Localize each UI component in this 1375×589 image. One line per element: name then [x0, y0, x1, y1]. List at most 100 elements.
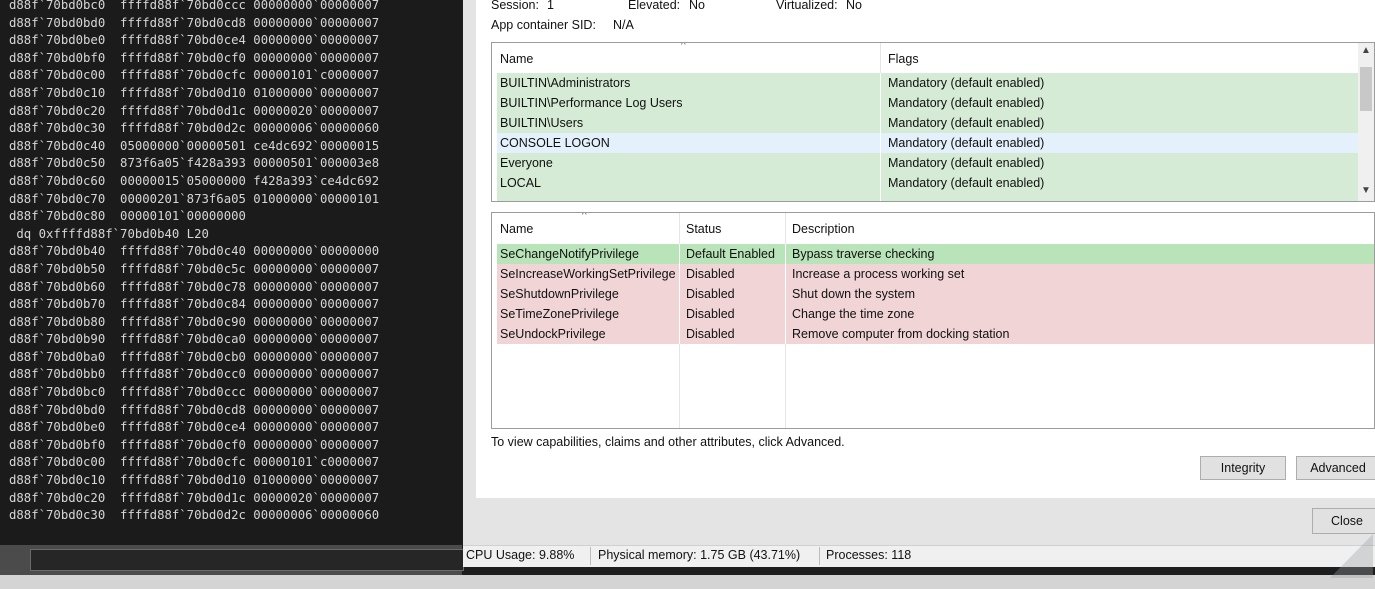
- console-line: d88f`70bd0be0 ffffd88f`70bd0ce4 00000000…: [9, 33, 380, 48]
- token-properties-dialog: Session: 1 Elevated: No Virtualized: No …: [463, 0, 1375, 545]
- column-divider: [679, 244, 680, 344]
- privileges-header-description[interactable]: Description: [792, 222, 855, 236]
- privilege-name: SeIncreaseWorkingSetPrivilege: [500, 267, 676, 281]
- status-divider: [590, 547, 591, 565]
- console-line: d88f`70bd0c60 00000015`05000000 f428a393…: [9, 173, 380, 188]
- console-line: d88f`70bd0c10 ffffd88f`70bd0d10 01000000…: [9, 85, 380, 100]
- group-row[interactable]: BUILTIN\Users Mandatory (default enabled…: [497, 113, 1359, 133]
- groups-header-flags[interactable]: Flags: [888, 52, 919, 66]
- advanced-hint: To view capabilities, claims and other a…: [491, 435, 845, 449]
- group-name: BUILTIN\Users: [500, 116, 584, 130]
- group-flags: Mandatory (default enabled): [888, 156, 1045, 170]
- group-row[interactable]: BUILTIN\Performance Log Users Mandatory …: [497, 93, 1359, 113]
- integrity-button[interactable]: Integrity: [1200, 456, 1286, 480]
- status-bar: CPU Usage: 9.88% Physical memory: 1.75 G…: [463, 545, 1375, 567]
- console-line: d88f`70bd0b50 ffffd88f`70bd0c5c 00000000…: [9, 261, 380, 276]
- privileges-list[interactable]: ^ Name Status Description SeChangeNotify…: [491, 212, 1375, 429]
- group-name: CONSOLE LOGON: [500, 136, 610, 150]
- advanced-button[interactable]: Advanced: [1296, 456, 1375, 480]
- console-line: d88f`70bd0bb0 ffffd88f`70bd0cc0 00000000…: [9, 367, 380, 382]
- group-row[interactable]: BUILTIN\Administrators Mandatory (defaul…: [497, 73, 1359, 93]
- console-line: d88f`70bd0c70 00000201`873f6a05 01000000…: [9, 191, 380, 206]
- command-bar: [0, 545, 464, 575]
- group-flags: Mandatory (default enabled): [888, 96, 1045, 110]
- elevated-value: No: [689, 0, 705, 12]
- console-line: d88f`70bd0b70 ffffd88f`70bd0c84 00000000…: [9, 297, 380, 312]
- privilege-status: Disabled: [686, 307, 735, 321]
- appcontainer-value: N/A: [613, 18, 634, 32]
- scrollbar-thumb[interactable]: [1360, 67, 1372, 111]
- privileges-header-name[interactable]: Name: [500, 222, 533, 236]
- console-line: d88f`70bd0c30 ffffd88f`70bd0d2c 00000006…: [9, 508, 380, 523]
- group-flags: Mandatory (default enabled): [888, 176, 1045, 190]
- group-row[interactable]: LOCAL Mandatory (default enabled): [497, 173, 1359, 193]
- privilege-description: Bypass traverse checking: [792, 247, 935, 261]
- security-tab-panel: Session: 1 Elevated: No Virtualized: No …: [476, 0, 1375, 498]
- scroll-down-icon[interactable]: ▼: [1361, 185, 1371, 196]
- cpu-usage: CPU Usage: 9.88%: [466, 548, 575, 562]
- console-line: d88f`70bd0bd0 ffffd88f`70bd0cd8 00000000…: [9, 15, 380, 30]
- privilege-description: Shut down the system: [792, 287, 915, 301]
- privilege-row[interactable]: SeShutdownPrivilege Disabled Shut down t…: [497, 284, 1374, 304]
- scroll-up-icon[interactable]: ▲: [1361, 45, 1371, 56]
- console-line: d88f`70bd0bc0 ffffd88f`70bd0ccc 00000000…: [9, 0, 380, 12]
- console-line: d88f`70bd0b90 ffffd88f`70bd0ca0 00000000…: [9, 332, 380, 347]
- console-line: d88f`70bd0c80 00000101`00000000: [9, 209, 246, 224]
- group-flags: Mandatory (default enabled): [888, 116, 1045, 130]
- column-divider[interactable]: [880, 43, 881, 73]
- elevated-label: Elevated:: [628, 0, 681, 12]
- privilege-status: Disabled: [686, 287, 735, 301]
- groups-header-name[interactable]: Name: [500, 52, 533, 66]
- command-input[interactable]: [30, 549, 464, 571]
- privilege-row[interactable]: SeIncreaseWorkingSetPrivilege Disabled I…: [497, 264, 1374, 284]
- console-line: d88f`70bd0c10 ffffd88f`70bd0d10 01000000…: [9, 473, 380, 488]
- virtualized-label: Virtualized:: [776, 0, 838, 12]
- group-name: BUILTIN\Performance Log Users: [500, 96, 683, 110]
- column-divider: [785, 244, 786, 344]
- group-row-partial: [497, 193, 1359, 201]
- console-line: d88f`70bd0bc0 ffffd88f`70bd0ccc 00000000…: [9, 385, 380, 400]
- debugger-output: d88f`70bd0bc0 ffffd88f`70bd0ccc 00000000…: [0, 0, 462, 545]
- privilege-name: SeTimeZonePrivilege: [500, 307, 620, 321]
- privileges-header-status[interactable]: Status: [686, 222, 721, 236]
- privilege-description: Change the time zone: [792, 307, 915, 321]
- console-line: d88f`70bd0c00 ffffd88f`70bd0cfc 00000101…: [9, 455, 380, 470]
- group-row[interactable]: Everyone Mandatory (default enabled): [497, 153, 1359, 173]
- privilege-row[interactable]: SeChangeNotifyPrivilege Default Enabled …: [497, 244, 1374, 264]
- console-line: d88f`70bd0c20 ffffd88f`70bd0d1c 00000020…: [9, 490, 380, 505]
- console-line: d88f`70bd0c30 ffffd88f`70bd0d2c 00000006…: [9, 121, 380, 136]
- console-line: d88f`70bd0b40 ffffd88f`70bd0c40 00000000…: [9, 244, 380, 259]
- privilege-name: SeChangeNotifyPrivilege: [500, 247, 639, 261]
- privilege-row[interactable]: SeTimeZonePrivilege Disabled Change the …: [497, 304, 1374, 324]
- console-lines: d88f`70bd0bc0 ffffd88f`70bd0ccc 00000000…: [9, 0, 379, 525]
- privilege-status: Default Enabled: [686, 247, 775, 261]
- group-name: LOCAL: [500, 176, 541, 190]
- console-line: d88f`70bd0bd0 ffffd88f`70bd0cd8 00000000…: [9, 402, 380, 417]
- console-line: d88f`70bd0bf0 ffffd88f`70bd0cf0 00000000…: [9, 437, 380, 452]
- console-line: d88f`70bd0c40 05000000`00000501 ce4dc692…: [9, 138, 380, 153]
- virtualized-value: No: [846, 0, 862, 12]
- console-line: d88f`70bd0c20 ffffd88f`70bd0d1c 00000020…: [9, 103, 380, 118]
- privilege-row[interactable]: SeUndockPrivilege Disabled Remove comput…: [497, 324, 1374, 344]
- group-name: Everyone: [500, 156, 553, 170]
- groups-list[interactable]: ^ Name Flags BUILTIN\Administrators Mand…: [491, 42, 1375, 202]
- privilege-description: Increase a process working set: [792, 267, 965, 281]
- console-line: d88f`70bd0ba0 ffffd88f`70bd0cb0 00000000…: [9, 349, 380, 364]
- appcontainer-label: App container SID:: [491, 18, 596, 32]
- privilege-description: Remove computer from docking station: [792, 327, 1010, 341]
- process-count: Processes: 118: [826, 548, 912, 562]
- privilege-status: Disabled: [686, 327, 735, 341]
- console-line: d88f`70bd0b80 ffffd88f`70bd0c90 00000000…: [9, 314, 380, 329]
- console-line: d88f`70bd0bf0 ffffd88f`70bd0cf0 00000000…: [9, 50, 380, 65]
- console-line: d88f`70bd0c50 873f6a05`f428a393 00000501…: [9, 156, 380, 171]
- group-row-selected[interactable]: CONSOLE LOGON Mandatory (default enabled…: [497, 133, 1359, 153]
- resize-grip-icon: [1330, 534, 1373, 578]
- sort-up-icon: ^: [582, 212, 587, 221]
- console-line: d88f`70bd0b60 ffffd88f`70bd0c78 00000000…: [9, 279, 380, 294]
- group-name: BUILTIN\Administrators: [500, 76, 631, 90]
- console-line: d88f`70bd0be0 ffffd88f`70bd0ce4 00000000…: [9, 420, 380, 435]
- groups-scrollbar[interactable]: ▲ ▼: [1358, 43, 1374, 201]
- group-flags: Mandatory (default enabled): [888, 136, 1045, 150]
- physical-memory: Physical memory: 1.75 GB (43.71%): [598, 548, 801, 562]
- sort-up-icon: ^: [681, 42, 686, 51]
